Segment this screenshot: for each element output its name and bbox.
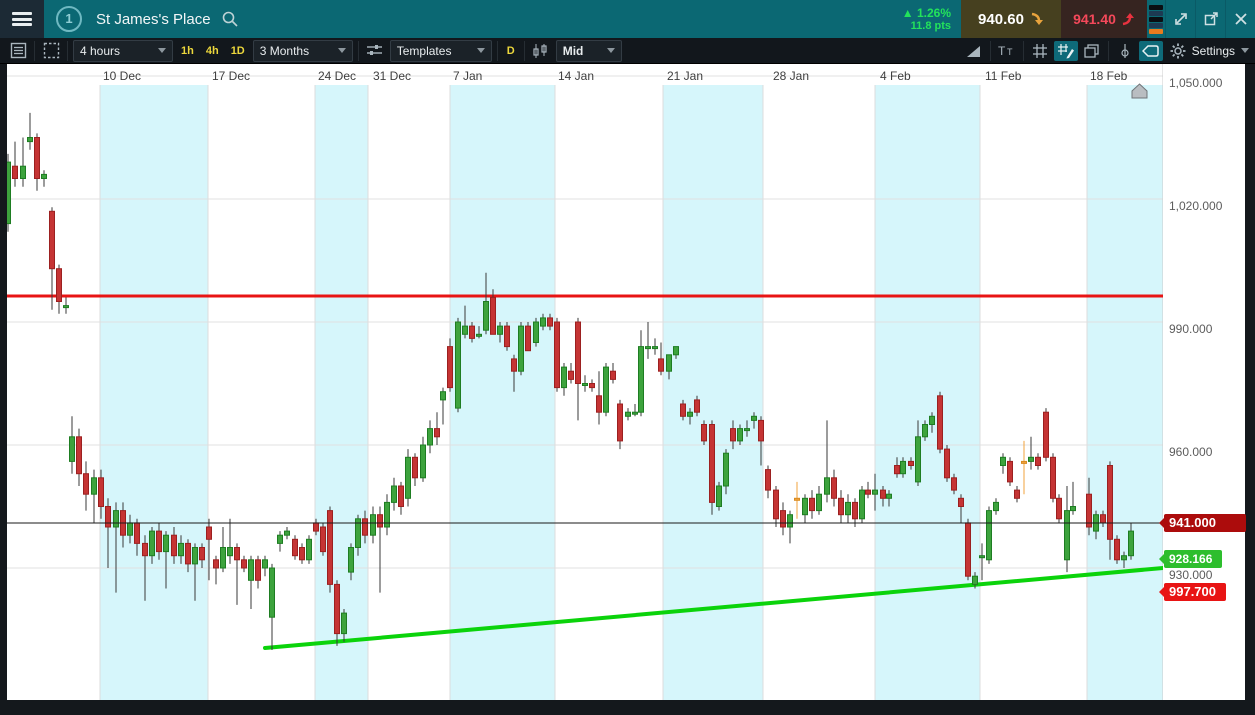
dashed-square-icon (43, 42, 59, 59)
change-block: ▲ 1.26% 11.8 pts (902, 0, 951, 38)
gridlines-button[interactable] (1028, 41, 1052, 61)
marker-tool-button[interactable] (1113, 41, 1137, 61)
interval-value: 4 hours (80, 43, 121, 58)
chevron-down-icon (1241, 48, 1249, 53)
layout-grid-button[interactable] (39, 41, 63, 61)
cursor-tool-button[interactable] (1138, 40, 1163, 61)
date-axis-label: 28 Jan (773, 69, 809, 83)
candlestick-chart[interactable]: 10 Dec 17 Dec 24 Dec 31 Dec 7 Jan 14 Jan 21 Ja… (0, 64, 1245, 700)
range-dropdown[interactable]: 3 Months (252, 39, 353, 62)
sell-price: 940.60 (978, 10, 1024, 28)
price-source-dropdown[interactable]: Mid (555, 39, 622, 62)
search-icon[interactable] (221, 10, 239, 28)
date-axis-label: 10 Dec (103, 69, 141, 83)
trendline-icon (966, 45, 980, 57)
price-axis[interactable]: 1,050.000 1,020.000 990.000 960.000 930.000 (1163, 64, 1245, 700)
chart-toolbar: 4 hours 1h 4h 1D 3 Months Templates D Mid … (0, 38, 1255, 64)
text-tool-button[interactable]: T T (995, 41, 1019, 61)
chevron-down-icon (158, 48, 166, 53)
settings-button[interactable]: Settings (1164, 43, 1255, 59)
date-axis-label: 17 Dec (212, 69, 250, 83)
close-button[interactable] (1225, 0, 1255, 38)
close-icon (1234, 13, 1247, 25)
chart-type-button[interactable] (529, 41, 553, 61)
depth-ladder-icon[interactable] (1147, 0, 1165, 38)
date-axis-label: 4 Feb (880, 69, 911, 83)
trendline-price-label: 928.166 (1159, 550, 1222, 568)
down-arrow-icon (1031, 12, 1043, 25)
grid-pencil-icon (1057, 43, 1074, 58)
left-edge-strip (0, 64, 7, 700)
settings-label: Settings (1191, 43, 1235, 58)
bottom-edge-strip (0, 700, 1255, 715)
current-price-label: 941.000 (1159, 514, 1246, 532)
date-axis-label: 24 Dec (318, 69, 356, 83)
chart-area: 10 Dec 17 Dec 24 Dec 31 Dec 7 Jan 14 Jan 21 Ja… (0, 64, 1255, 700)
header-bar: 1 St James's Place ▲ 1.26% 11.8 pts 940.… (0, 0, 1255, 38)
instrument-title: St James's Place (96, 10, 211, 28)
templates-button[interactable] (363, 41, 387, 61)
chevron-down-icon (476, 48, 485, 53)
svg-text:T: T (998, 44, 1006, 58)
interval-1h-button[interactable]: 1h (175, 41, 200, 61)
expand-button[interactable] (1165, 0, 1195, 38)
sell-price-button[interactable]: 940.60 (961, 0, 1061, 38)
date-axis-label: 21 Jan (667, 69, 703, 83)
candlestick-icon (533, 43, 547, 58)
layers-button[interactable] (1080, 41, 1104, 61)
price-source-value: Mid (562, 43, 584, 58)
interval-dropdown[interactable]: 4 hours (73, 39, 173, 62)
expand-icon (1174, 13, 1187, 25)
change-percent: ▲ 1.26% (901, 5, 951, 20)
buy-price: 941.40 (1073, 11, 1116, 27)
interval-1d-button[interactable]: 1D (225, 41, 251, 61)
date-axis-label: 7 Jan (453, 69, 482, 83)
date-axis-label: 31 Dec (373, 69, 411, 83)
chevron-down-icon (606, 48, 615, 53)
price-axis-label: 930.000 (1169, 568, 1213, 582)
trendline-tool-button[interactable] (962, 41, 986, 61)
price-axis-label: 990.000 (1169, 322, 1213, 336)
pin-icon (1121, 43, 1129, 58)
templates-dropdown[interactable]: Templates (389, 39, 492, 62)
up-arrow-icon (1122, 13, 1134, 26)
window-badge[interactable]: 1 (56, 6, 82, 32)
date-axis-label: 14 Jan (558, 69, 594, 83)
list-icon (10, 42, 26, 59)
gear-icon (1170, 43, 1186, 58)
change-points: 11.8 pts (910, 19, 951, 32)
cursor-tag-icon (1141, 44, 1159, 57)
news-panel-button[interactable] (6, 41, 30, 61)
right-edge-strip (1245, 64, 1255, 700)
day-interval-button[interactable]: D (501, 41, 521, 61)
date-axis-label: 18 Feb (1090, 69, 1128, 83)
text-icon: T T (998, 44, 1013, 58)
price-axis-label: 1,050.000 (1169, 76, 1223, 90)
range-value: 3 Months (259, 43, 310, 58)
edit-indicators-button[interactable] (1053, 40, 1078, 61)
external-link-icon (1204, 12, 1218, 26)
templates-label: Templates (396, 43, 452, 58)
resistance-price-label: 997.700 (1159, 583, 1226, 601)
layers-icon (1084, 43, 1099, 58)
buy-price-button[interactable]: 941.40 (1061, 0, 1147, 38)
chevron-down-icon (337, 48, 346, 53)
price-axis-label: 1,020.000 (1169, 199, 1223, 213)
interval-4h-button[interactable]: 4h (200, 41, 225, 61)
grid-icon (1032, 43, 1047, 58)
sliders-icon (367, 45, 383, 55)
hamburger-icon (12, 12, 32, 26)
menu-button[interactable] (0, 0, 44, 38)
popout-button[interactable] (1195, 0, 1225, 38)
date-axis-label: 11 Feb (985, 69, 1022, 83)
svg-text:T: T (1007, 47, 1013, 57)
price-axis-label: 960.000 (1169, 445, 1213, 459)
